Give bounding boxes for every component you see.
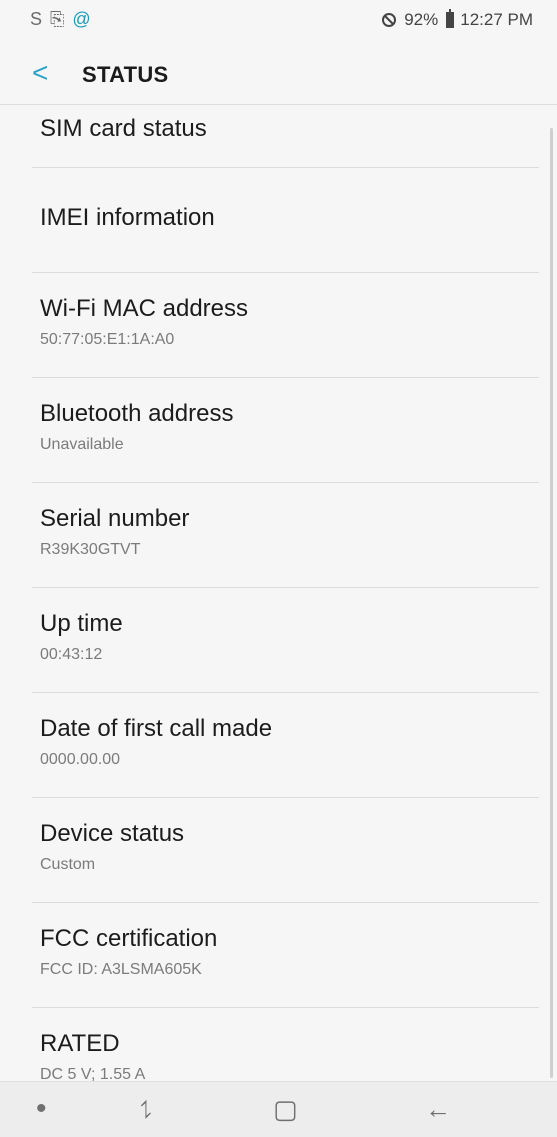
item-label: Device status: [40, 820, 185, 847]
samsung-icon: S: [30, 9, 43, 29]
status-bar: S ⎘ @ 92% 12:27 PM: [0, 0, 557, 44]
item-label: Up time: [40, 610, 123, 637]
list-item-bluetooth-address[interactable]: Bluetooth address Unavailable: [32, 378, 539, 483]
item-label: IMEI information: [40, 204, 215, 231]
status-icons-right: 92% 12:27 PM: [382, 9, 533, 30]
item-value: 0000.00.00: [40, 751, 121, 768]
back-icon[interactable]: ←: [425, 1092, 451, 1126]
item-label: Bluetooth address: [40, 400, 234, 427]
dot-icon[interactable]: •: [36, 1092, 47, 1126]
item-label: Wi-Fi MAC address: [40, 295, 249, 322]
battery-percent: 92%: [404, 10, 439, 29]
list-item-imei-information[interactable]: IMEI information: [32, 168, 539, 273]
list-item-fcc-certification[interactable]: FCC certification FCC ID: A3LSMA605K: [32, 903, 539, 1008]
recents-icon[interactable]: ⥍: [140, 1092, 152, 1126]
list-item-sim-card-status[interactable]: SIM card status: [32, 105, 539, 168]
item-value: Unavailable: [40, 436, 124, 453]
list-item-device-status[interactable]: Device status Custom: [32, 798, 539, 903]
list-item-date-of-first-call[interactable]: Date of first call made 0000.00.00: [32, 693, 539, 798]
item-value: R39K30GTVT: [40, 541, 141, 558]
list-item-serial-number[interactable]: Serial number R39K30GTVT: [32, 483, 539, 588]
status-icons-left: S ⎘ @: [30, 10, 91, 28]
clock: 12:27 PM: [460, 10, 533, 29]
blocked-icon: [382, 13, 397, 27]
item-label: Date of first call made: [40, 715, 273, 742]
list-item-wifi-mac-address[interactable]: Wi-Fi MAC address 50:77:05:E1:1A:A0: [32, 273, 539, 378]
item-label: Serial number: [40, 505, 190, 532]
page-title: STATUS: [82, 62, 169, 87]
item-label: SIM card status: [40, 115, 207, 142]
item-value: Custom: [40, 856, 96, 873]
scrollbar[interactable]: [550, 128, 553, 1078]
item-label: RATED: [40, 1030, 120, 1057]
item-label: FCC certification: [40, 925, 218, 952]
item-value: 00:43:12: [40, 646, 103, 663]
back-chevron-icon[interactable]: <: [32, 59, 48, 87]
status-list: SIM card status IMEI information Wi-Fi M…: [0, 105, 557, 1113]
list-item-up-time[interactable]: Up time 00:43:12: [32, 588, 539, 693]
battery-icon: [446, 9, 455, 28]
item-value: FCC ID: A3LSMA605K: [40, 961, 202, 978]
notification-at-icon: @: [72, 9, 91, 29]
app-header: < STATUS: [0, 44, 557, 105]
item-value: 50:77:05:E1:1A:A0: [40, 331, 175, 348]
sim-icon: ⎘: [50, 9, 65, 29]
home-icon[interactable]: ▢: [273, 1092, 298, 1126]
navigation-bar: • ⥍ ▢ ←: [0, 1081, 557, 1137]
